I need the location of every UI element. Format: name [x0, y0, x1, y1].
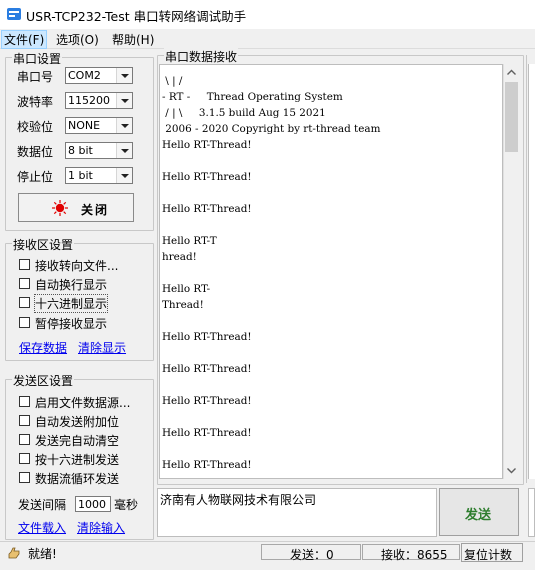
- loop-send-checkbox[interactable]: [19, 472, 30, 483]
- send-text: 济南有人物联网技术有限公司: [160, 493, 317, 507]
- chevron-down-icon[interactable]: [116, 118, 132, 133]
- file-source-label: 启用文件数据源...: [35, 396, 131, 410]
- stopbits-value: 1 bit: [68, 169, 93, 182]
- hex-send-label: 按十六进制发送: [35, 453, 120, 467]
- baud-select[interactable]: 115200: [65, 92, 133, 109]
- interval-unit: 毫秒: [114, 498, 139, 512]
- baud-label: 波特率: [17, 95, 54, 109]
- receive-to-file-label: 接收转向文件...: [35, 259, 119, 273]
- received-count: 接收：8655: [381, 548, 448, 562]
- close-port-button[interactable]: 关闭: [18, 193, 134, 222]
- sent-count-cell: 发送：0: [261, 544, 361, 562]
- menu-bar: 文件(F) 选项(O) 帮助(H): [0, 29, 535, 49]
- stopbits-select[interactable]: 1 bit: [65, 167, 133, 184]
- auto-wrap-checkbox[interactable]: [19, 278, 30, 289]
- databits-label: 数据位: [17, 145, 54, 159]
- loop-send-label: 数据流循环发送: [35, 472, 120, 486]
- auto-append-checkbox[interactable]: [19, 415, 30, 426]
- window-title: USR-TCP232-Test 串口转网络调试助手: [26, 9, 247, 24]
- chevron-down-icon[interactable]: [116, 143, 132, 158]
- scroll-down-icon[interactable]: [503, 462, 520, 479]
- receive-textarea[interactable]: \ | / - RT - Thread Operating System / |…: [159, 64, 503, 479]
- reset-count-label: 复位计数: [464, 548, 513, 562]
- right-send-textarea[interactable]: [528, 488, 535, 537]
- parity-label: 校验位: [17, 120, 54, 134]
- auto-append-label: 自动发送附加位: [35, 415, 120, 429]
- stopbits-label: 停止位: [17, 170, 54, 184]
- interval-input[interactable]: 1000: [75, 496, 111, 512]
- sent-count: 发送：0: [290, 548, 334, 562]
- file-source-checkbox[interactable]: [19, 396, 30, 407]
- hex-send-checkbox[interactable]: [19, 453, 30, 464]
- receive-text: \ | / - RT - Thread Operating System / |…: [162, 75, 381, 471]
- chevron-down-icon[interactable]: [116, 168, 132, 183]
- auto-wrap-label: 自动换行显示: [35, 278, 108, 292]
- status-state: 就绪!: [28, 547, 57, 561]
- auto-clear-checkbox[interactable]: [19, 434, 30, 445]
- databits-select[interactable]: 8 bit: [65, 142, 133, 159]
- menu-file[interactable]: 文件(F): [0, 30, 48, 49]
- chevron-down-icon[interactable]: [116, 68, 132, 83]
- close-port-label: 关闭: [81, 203, 110, 217]
- save-data-link[interactable]: 保存数据: [19, 339, 67, 356]
- interval-label: 发送间隔: [18, 498, 67, 512]
- status-hand-icon: [6, 545, 22, 561]
- send-button[interactable]: 发送: [439, 488, 519, 536]
- title-bar: USR-TCP232-Test 串口转网络调试助手: [0, 0, 535, 29]
- scroll-up-icon[interactable]: [503, 64, 520, 81]
- reset-count-button[interactable]: 复位计数: [461, 543, 523, 562]
- parity-select[interactable]: NONE: [65, 117, 133, 134]
- send-button-label: 发送: [465, 508, 492, 523]
- auto-clear-label: 发送完自动清空: [35, 434, 120, 448]
- scroll-thumb[interactable]: [505, 82, 518, 152]
- hex-display-checkbox[interactable]: [19, 297, 30, 308]
- baud-value: 115200: [68, 94, 110, 107]
- load-file-link[interactable]: 文件载入: [18, 519, 66, 536]
- clear-display-link[interactable]: 清除显示: [78, 339, 126, 356]
- right-panel-textarea[interactable]: [528, 64, 535, 479]
- menu-help[interactable]: 帮助(H): [110, 31, 156, 48]
- parity-value: NONE: [68, 119, 101, 132]
- pause-display-checkbox[interactable]: [19, 317, 30, 328]
- send-settings-title: 发送区设置: [12, 372, 75, 389]
- databits-value: 8 bit: [68, 144, 93, 157]
- port-status-red-icon: [52, 200, 68, 216]
- app-icon: [6, 6, 22, 22]
- status-bar: 就绪! 发送：0 接收：8655 复位计数: [0, 541, 535, 564]
- pause-display-label: 暂停接收显示: [35, 317, 108, 331]
- menu-options[interactable]: 选项(O): [54, 31, 101, 48]
- clear-input-link[interactable]: 清除输入: [77, 519, 125, 536]
- received-count-cell: 接收：8655: [362, 544, 460, 562]
- port-select[interactable]: COM2: [65, 67, 133, 84]
- serial-settings-title: 串口设置: [12, 50, 63, 67]
- interval-value: 1000: [78, 498, 106, 511]
- port-label: 串口号: [17, 70, 54, 84]
- receive-area-title: 串口数据接收: [164, 48, 239, 65]
- chevron-down-icon[interactable]: [116, 93, 132, 108]
- receive-settings-title: 接收区设置: [12, 236, 75, 253]
- port-value: COM2: [68, 69, 101, 82]
- send-textarea[interactable]: 济南有人物联网技术有限公司: [157, 488, 437, 537]
- receive-to-file-checkbox[interactable]: [19, 259, 30, 270]
- hex-display-label: 十六进制显示: [33, 294, 109, 313]
